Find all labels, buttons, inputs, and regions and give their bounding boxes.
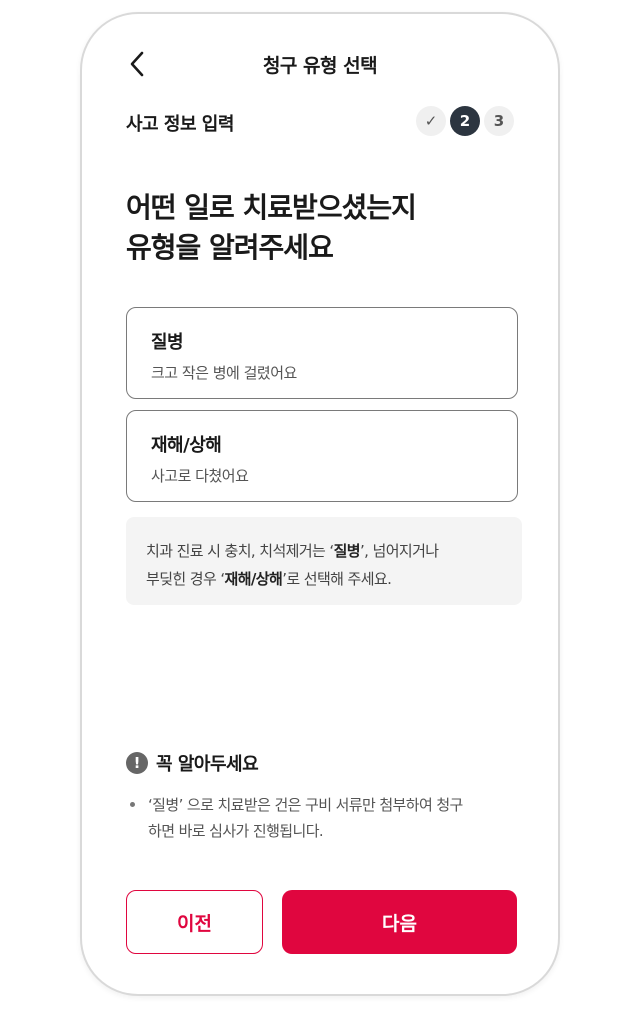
option-injury[interactable]: 재해/상해 사고로 다쳤어요 — [126, 410, 518, 502]
exclamation-icon: ! — [126, 752, 148, 774]
list-item: ‘질병’ 으로 치료받은 건은 구비 서류만 첨부하여 청구 하면 바로 심사가… — [130, 792, 530, 844]
header: 청구 유형 선택 — [82, 46, 558, 82]
headline: 어떤 일로 치료받으셨는지 유형을 알려주세요 — [126, 188, 417, 268]
notice-text: 하면 바로 심사가 진행됩니다. — [148, 822, 324, 840]
prev-button[interactable]: 이전 — [126, 890, 263, 954]
info-text: 치과 진료 시 충치, 치석제거는 ‘ — [146, 542, 334, 560]
step-2: 2 — [450, 106, 480, 136]
info-box: 치과 진료 시 충치, 치석제거는 ‘질병’, 넘어지거나 부딪힌 경우 ‘재해… — [126, 517, 522, 605]
notice-title: 꼭 알아두세요 — [156, 754, 259, 775]
option-title: 질병 — [151, 332, 184, 353]
headline-line-1: 어떤 일로 치료받으셨는지 — [126, 191, 417, 224]
info-line-2: 부딪힌 경우 ‘재해/상해’로 선택해 주세요. — [146, 565, 502, 593]
step-3: 3 — [484, 106, 514, 136]
section-label: 사고 정보 입력 — [126, 114, 234, 135]
headline-line-2: 유형을 알려주세요 — [126, 231, 334, 264]
option-title: 재해/상해 — [151, 435, 222, 456]
option-subtitle: 크고 작은 병에 걸렸어요 — [151, 364, 297, 382]
page-title: 청구 유형 선택 — [262, 55, 378, 77]
info-text: 부딪힌 경우 ‘ — [146, 570, 225, 588]
info-bold: 재해/상해 — [224, 570, 283, 588]
info-text: ’로 선택해 주세요. — [282, 570, 392, 588]
notice-text: ‘질병’ 으로 치료받은 건은 구비 서류만 첨부하여 청구 — [148, 796, 463, 814]
notice-list: ‘질병’ 으로 치료받은 건은 구비 서류만 첨부하여 청구 하면 바로 심사가… — [130, 792, 530, 844]
step-1-check-icon: ✓ — [416, 106, 446, 136]
option-subtitle: 사고로 다쳤어요 — [151, 467, 249, 485]
next-button[interactable]: 다음 — [282, 890, 517, 954]
phone-frame: 청구 유형 선택 사고 정보 입력 ✓ 2 3 어떤 일로 치료받으셨는지 유형… — [80, 12, 560, 996]
step-indicator: ✓ 2 3 — [416, 106, 514, 136]
option-disease[interactable]: 질병 크고 작은 병에 걸렸어요 — [126, 307, 518, 399]
info-bold: 질병 — [333, 542, 361, 560]
info-text: ’, 넘어지거나 — [359, 542, 439, 560]
info-line-1: 치과 진료 시 충치, 치석제거는 ‘질병’, 넘어지거나 — [146, 537, 502, 565]
progress-row: 사고 정보 입력 ✓ 2 3 — [126, 106, 514, 138]
notice-header: ! 꼭 알아두세요 — [126, 750, 259, 776]
